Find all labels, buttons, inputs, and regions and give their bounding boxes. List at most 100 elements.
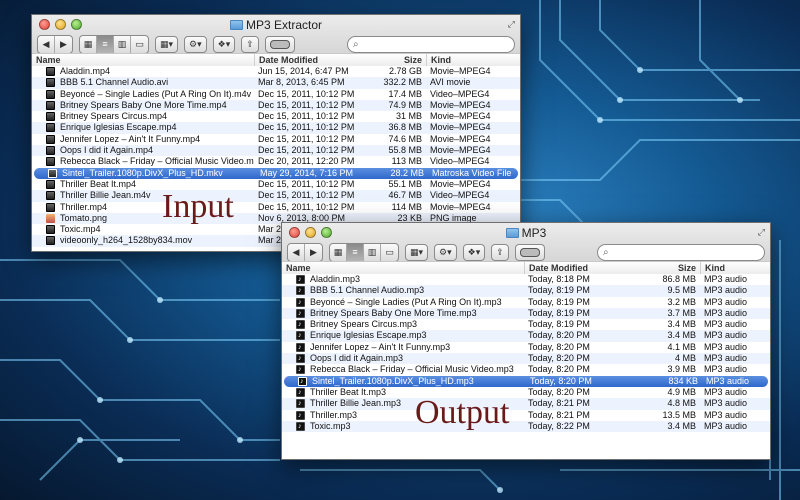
size-column-header[interactable]: Size [386, 54, 426, 66]
file-row[interactable]: BBB 5.1 Channel Audio.mp3 Today, 8:19 PM 9… [282, 285, 770, 297]
file-row[interactable]: Aladdin.mp3 Today, 8:18 PM 86.8 MB MP3 audi… [282, 274, 770, 285]
file-kind: MP3 audio [704, 296, 748, 307]
kind-column-header[interactable]: Kind [700, 262, 770, 274]
forward-icon[interactable]: ▶ [305, 244, 322, 261]
input-label: Input [162, 188, 234, 225]
back-icon[interactable]: ◀ [38, 35, 55, 53]
file-row[interactable]: Thriller Beat It.mp3Today, 8:20 PM4.9 MB… [282, 387, 770, 398]
file-row[interactable]: Oops I did it Again.mp4 Dec 15, 2011, 10:… [32, 145, 520, 157]
file-row[interactable]: Toxic.mp3Today, 8:22 PM3.4 MBMP3 audio [282, 420, 770, 432]
audio-file-icon [296, 308, 305, 319]
kind-column-header[interactable]: Kind [426, 54, 520, 66]
file-size: 46.7 MB [388, 190, 422, 201]
file-row[interactable]: Thriller.mp3Today, 8:21 PM13.5 MBMP3 aud… [282, 410, 770, 421]
action-button[interactable]: ⚙▾ [184, 35, 207, 53]
file-row[interactable]: Britney Spears Circus.mp4 Dec 15, 2011, 1… [32, 111, 520, 122]
file-row[interactable]: Sintel_Trailer.1080p.DivX_Plus_HD.mkv May… [34, 167, 518, 179]
audio-file-icon [296, 319, 305, 330]
file-row[interactable]: Britney Spears Baby One More Time.mp4 Dec… [32, 99, 520, 112]
file-row[interactable]: BBB 5.1 Channel Audio.avi Mar 8, 2013, 6:… [32, 77, 520, 89]
file-name: Britney Spears Circus.mp3 [310, 319, 418, 330]
share-button[interactable]: ⇪ [241, 35, 259, 53]
fullscreen-icon[interactable]: ⤢ [508, 19, 515, 30]
search-field[interactable]: ⌕ [347, 35, 515, 53]
file-row[interactable]: Enrique Iglesias Escape.mp4 Dec 15, 2011,… [32, 122, 520, 134]
name-column-header[interactable]: Name [32, 54, 254, 66]
coverflow-view-icon[interactable]: ▭ [131, 36, 148, 53]
file-row[interactable]: Thriller.mp4 Dec 15, 2011, 10:12 PM 114 MB… [32, 202, 520, 213]
coverflow-view-icon[interactable]: ▭ [381, 244, 398, 261]
file-kind: Video–MPEG4 [430, 190, 490, 201]
column-view-icon[interactable]: ▥ [114, 35, 131, 53]
forward-icon[interactable]: ▶ [55, 36, 72, 53]
file-name: BBB 5.1 Channel Audio.avi [60, 77, 169, 88]
movie-file-icon [46, 157, 55, 167]
file-row[interactable]: Oops I did it Again.mp3 Today, 8:20 PM 4 M… [282, 353, 770, 364]
file-row[interactable]: Rebecca Black – Friday – Official Music … [282, 364, 770, 376]
file-row[interactable]: Jennifer Lopez – Ain't It Funny.mp3 Today… [282, 342, 770, 353]
share-button[interactable]: ⇪ [491, 243, 509, 261]
movie-file-icon [46, 89, 55, 99]
file-row[interactable]: Jennifer Lopez – Ain't It Funny.mp4 Dec 1… [32, 134, 520, 145]
date-column-header[interactable]: Date Modified [254, 54, 386, 66]
icon-view-icon[interactable]: ▦ [330, 243, 347, 261]
search-input[interactable] [358, 36, 503, 52]
file-row[interactable]: Sintel_Trailer.1080p.DivX_Plus_HD.mp3 Tod… [284, 375, 768, 387]
file-kind: AVI movie [430, 77, 471, 88]
file-kind: Movie–MPEG4 [430, 99, 491, 110]
share-icon: ⇪ [246, 38, 254, 49]
list-view-icon[interactable]: ≡ [97, 35, 114, 53]
file-row[interactable]: Beyoncé – Single Ladies (Put A Ring On I… [282, 297, 770, 308]
list-view-icon[interactable]: ≡ [347, 243, 364, 261]
file-name: Jennifer Lopez – Ain't It Funny.mp3 [310, 341, 451, 352]
file-kind: Movie–MPEG4 [430, 122, 491, 133]
file-date: Today, 8:19 PM [528, 285, 590, 296]
file-name: Enrique Iglesias Escape.mp4 [60, 122, 177, 133]
file-kind: MP3 audio [704, 398, 748, 409]
fullscreen-icon[interactable]: ⤢ [758, 227, 765, 238]
tags-button[interactable] [264, 35, 295, 53]
search-input[interactable] [608, 244, 753, 260]
tags-button[interactable] [514, 243, 545, 261]
file-row[interactable]: Thriller Beat It.mp4 Dec 15, 2011, 10:12 … [32, 179, 520, 190]
file-row[interactable]: Rebecca Black – Friday – Official Music … [32, 156, 520, 167]
file-size: 13.5 MB [662, 409, 696, 420]
input-finder-window: MP3 Extractor ⤢ ◀ ▶ ▦ ≡ ▥ ▭ ▦▾ ⚙▾ ❖▾ ⇪ ⌕… [31, 14, 521, 252]
file-date: Dec 15, 2011, 10:12 PM [258, 88, 355, 99]
name-column-header[interactable]: Name [282, 262, 524, 274]
icon-view-icon[interactable]: ▦ [80, 35, 97, 53]
date-column-header[interactable]: Date Modified [524, 262, 626, 274]
tag-icon [519, 247, 540, 257]
file-size: 834 KB [668, 375, 698, 386]
action-button[interactable]: ⚙▾ [434, 243, 457, 261]
arrange-button[interactable]: ▦▾ [155, 35, 179, 53]
file-row[interactable]: Aladdin.mp4 Jun 15, 2014, 6:47 PM 2.78 GB M… [32, 66, 520, 77]
file-kind: MP3 audio [704, 274, 748, 284]
movie-file-icon [48, 168, 57, 178]
arrange-button[interactable]: ▦▾ [405, 243, 429, 261]
window-title: MP3 Extractor [32, 18, 520, 32]
size-column-header[interactable]: Size [626, 262, 700, 274]
search-field[interactable]: ⌕ [597, 243, 765, 261]
tag-icon [269, 39, 290, 49]
audio-file-icon [296, 421, 305, 432]
file-kind: MP3 audio [704, 353, 748, 364]
file-row[interactable]: Britney Spears Circus.mp3 Today, 8:19 PM 3… [282, 319, 770, 330]
image-file-icon [46, 213, 55, 223]
file-size: 55.1 MB [388, 178, 422, 189]
file-size: 17.4 MB [388, 88, 422, 99]
dropbox-button[interactable]: ❖▾ [462, 243, 486, 261]
movie-file-icon [46, 112, 55, 122]
file-row[interactable]: Beyoncé – Single Ladies (Put A Ring On I… [32, 89, 520, 100]
file-size: 31 MB [395, 111, 422, 122]
file-row[interactable]: Enrique Iglesias Escape.mp3 Today, 8:20 P… [282, 330, 770, 342]
dropbox-button[interactable]: ❖▾ [212, 35, 236, 53]
column-view-icon[interactable]: ▥ [364, 243, 381, 261]
back-icon[interactable]: ◀ [288, 243, 305, 261]
file-row[interactable]: Britney Spears Baby One More Time.mp3 Tod… [282, 307, 770, 319]
file-kind: MP3 audio [704, 364, 748, 375]
file-row[interactable]: Thriller Billie Jean.m4v Dec 15, 2011, 10… [32, 190, 520, 202]
file-date: Today, 8:18 PM [528, 274, 590, 284]
file-name: Beyoncé – Single Ladies (Put A Ring On I… [310, 296, 502, 307]
file-row[interactable]: Thriller Billie Jean.mp3Today, 8:21 PM4.… [282, 398, 770, 410]
